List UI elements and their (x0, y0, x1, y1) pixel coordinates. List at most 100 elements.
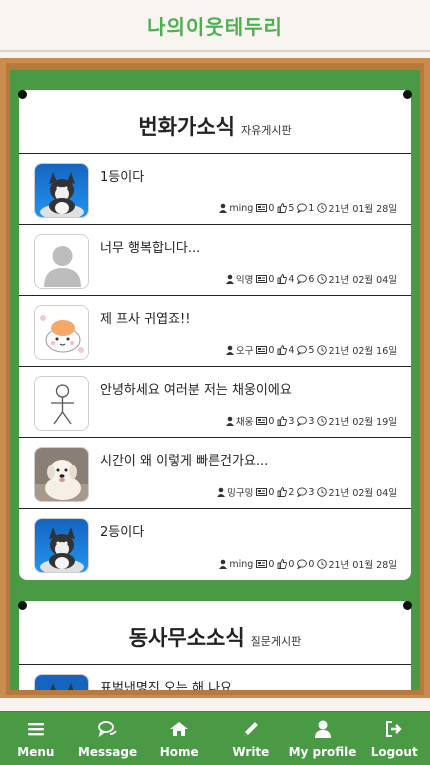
user-icon (314, 718, 331, 740)
post-row[interactable]: 1등이다 ming 0 5 1 21년 01월 28일 (19, 154, 411, 225)
post-title: 1등이다 (100, 170, 145, 185)
husky-thumbnail (34, 163, 89, 218)
post-author: 밍구밍 (227, 488, 254, 499)
user-icon (225, 274, 234, 284)
board-card-free: 번화가소식 자유게시판 1등이다 ming 0 5 1 21년 01월 28일 … (18, 90, 412, 580)
post-date: 21년 02월 04일 (328, 488, 397, 499)
board-header[interactable]: 번화가소식 자유게시판 (19, 90, 411, 154)
post-row[interactable]: 너무 행복합니다... 익명 0 4 6 21년 02월 04일 (19, 225, 411, 296)
post-row[interactable]: 시간이 왜 이렇게 빠른건가요... 밍구밍 0 2 3 21년 02월 04일 (19, 438, 411, 509)
cute-character-thumbnail (34, 305, 89, 360)
like-icon (277, 487, 288, 497)
clock-icon (317, 274, 328, 284)
nav-home[interactable]: Home (143, 718, 215, 759)
post-views: 0 (268, 558, 275, 570)
post-author: 익명 (235, 275, 254, 286)
post-date: 21년 02월 16일 (328, 346, 397, 357)
nav-label: Home (159, 745, 199, 759)
pin-icon (403, 90, 412, 99)
nav-label: Write (232, 745, 270, 759)
nav-logout[interactable]: Logout (358, 718, 430, 759)
views-icon (256, 560, 268, 568)
app-logo[interactable]: 나의이웃테두리 (147, 11, 283, 40)
stick-figure-thumbnail (34, 376, 89, 431)
nav-message[interactable]: Message (72, 718, 144, 759)
post-row[interactable]: 2등이다 ming 0 0 0 21년 01월 28일 (19, 509, 411, 580)
post-comments: 3 (308, 486, 315, 498)
nav-write[interactable]: Write (215, 718, 287, 759)
post-likes: 4 (288, 273, 295, 285)
comment-icon (297, 416, 308, 426)
post-author: ming (229, 558, 254, 570)
nav-my-profile[interactable]: My profile (287, 718, 359, 759)
clock-icon (317, 203, 328, 213)
nav-menu[interactable]: Menu (0, 718, 72, 759)
post-author: 채웅 (235, 417, 254, 428)
post-likes: 3 (288, 415, 295, 427)
post-row[interactable]: 제 프사 귀엽죠!! 오구 0 4 5 21년 02월 16일 (19, 296, 411, 367)
post-comments: 6 (308, 273, 315, 285)
post-title: 시간이 왜 이렇게 빠른건가요... (100, 454, 269, 469)
pin-icon (18, 90, 27, 99)
post-views: 0 (268, 344, 275, 356)
post-views: 0 (268, 273, 275, 285)
views-icon (256, 417, 268, 425)
post-likes: 4 (288, 344, 295, 356)
like-icon (277, 203, 288, 213)
clock-icon (317, 487, 328, 497)
clock-icon (317, 416, 328, 426)
board-title: 동사무소소식 (128, 626, 245, 650)
post-comments: 3 (308, 415, 315, 427)
views-icon (256, 488, 268, 496)
board-header[interactable]: 동사무소소식 질문게시판 (19, 601, 411, 665)
board-subtitle: 질문게시판 (250, 635, 302, 648)
user-icon (219, 559, 228, 569)
comment-icon (297, 274, 308, 284)
views-icon (256, 204, 268, 212)
post-views: 0 (268, 415, 275, 427)
comment-icon (297, 203, 308, 213)
logout-icon (385, 718, 403, 740)
like-icon (277, 274, 288, 284)
comment-icon (297, 345, 308, 355)
post-likes: 5 (288, 202, 295, 214)
husky-thumbnail (34, 518, 89, 573)
post-row[interactable]: 표범낸명진 오는 해 나요 (19, 665, 411, 690)
post-author: 오구 (235, 346, 254, 357)
board-title: 번화가소식 (138, 115, 235, 139)
white-dog-thumbnail (34, 447, 89, 502)
views-icon (256, 275, 268, 283)
post-meta: 밍구밍 0 2 3 21년 02월 04일 (216, 485, 397, 499)
post-comments: 5 (308, 344, 315, 356)
post-row[interactable]: 안녕하세요 여러분 저는 채웅이에요 채웅 0 3 3 21년 02월 19일 (19, 367, 411, 438)
menu-icon (27, 718, 44, 740)
bottom-navigation: Menu Message Home Write My profile Logou… (0, 711, 430, 765)
post-views: 0 (268, 202, 275, 214)
like-icon (277, 559, 288, 569)
post-views: 0 (268, 486, 275, 498)
user-icon (225, 416, 234, 426)
post-title: 2등이다 (100, 525, 145, 540)
post-date: 21년 01월 28일 (328, 560, 397, 571)
board-card-question: 동사무소소식 질문게시판 표범낸명진 오는 해 나요 (18, 601, 412, 690)
post-date: 21년 01월 28일 (328, 204, 397, 215)
views-icon (256, 346, 268, 354)
post-date: 21년 02월 19일 (328, 417, 397, 428)
like-icon (277, 345, 288, 355)
post-author: ming (229, 202, 254, 214)
pencil-icon (242, 718, 260, 740)
post-meta: 오구 0 4 5 21년 02월 16일 (225, 343, 397, 357)
post-title: 제 프사 귀엽죠!! (100, 312, 191, 327)
post-meta: ming 0 0 0 21년 01월 28일 (218, 557, 397, 571)
clock-icon (317, 345, 328, 355)
board-subtitle: 자유게시판 (241, 124, 292, 137)
post-likes: 2 (288, 486, 295, 498)
post-title: 안녕하세요 여러분 저는 채웅이에요 (100, 383, 292, 398)
husky-thumbnail (34, 674, 89, 690)
post-meta: 익명 0 4 6 21년 02월 04일 (225, 272, 397, 286)
user-icon (225, 345, 234, 355)
comment-icon (297, 559, 308, 569)
post-title: 표범낸명진 오는 해 나요 (100, 681, 232, 690)
pin-icon (18, 601, 27, 610)
default-avatar-thumbnail (34, 234, 89, 289)
